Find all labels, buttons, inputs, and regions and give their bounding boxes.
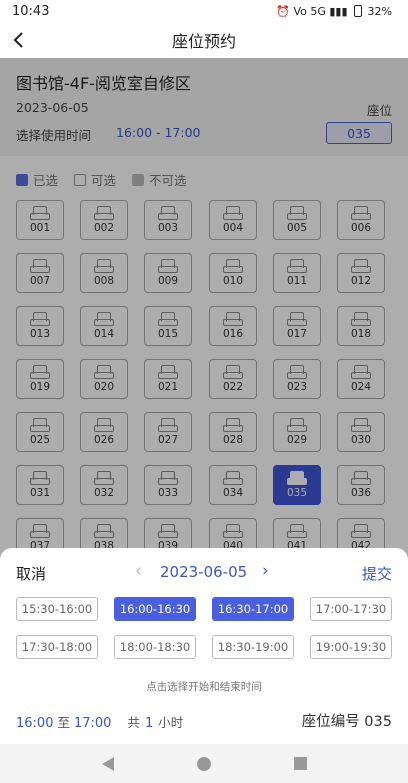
time-slot[interactable]: 17:00-17:30 [310,597,392,621]
seat-number: 座位编号 035 [301,714,392,730]
summary-start: 16:00 [16,716,54,731]
time-slot[interactable]: 18:00-18:30 [114,635,196,659]
signal-icons: ⏰ Vo 5G ▮▮▮ [276,4,348,18]
status-indicators: ⏰ Vo 5G ▮▮▮ 32% [276,5,392,18]
time-slot[interactable]: 17:30-18:00 [16,635,98,659]
top-nav-bar: 座位预约 [0,22,408,58]
time-slot[interactable]: 16:30-17:00 [212,597,294,621]
next-date-chevron-icon[interactable]: › [262,561,269,581]
chevron-left-icon [13,32,23,48]
summary-to: 至 [57,715,70,730]
submit-button[interactable]: 提交 [362,563,392,584]
current-date: 2023-06-05 [160,563,248,581]
nav-home-icon[interactable] [196,756,211,771]
cancel-button[interactable]: 取消 [16,563,46,584]
time-picker-sheet: 取消 ‹ 2023-06-05 › 提交 15:30-16:00 16:00-16… [0,548,408,744]
summary-total-prefix: 共 [127,715,140,730]
battery-icon [353,5,362,17]
system-nav-bar [0,744,408,783]
back-button[interactable] [12,26,36,54]
time-slot[interactable]: 15:30-16:00 [16,597,98,621]
status-bar: 10:43 ⏰ Vo 5G ▮▮▮ 32% [0,0,408,22]
time-slot[interactable]: 18:30-19:00 [212,635,294,659]
time-summary: 16:00 至 17:00 共 1 小时 [16,712,183,731]
nav-recents-icon[interactable] [293,757,307,770]
time-slot[interactable]: 16:00-16:30 [114,597,196,621]
hint-text: 点击选择开始和结束时间 [146,681,262,693]
prev-date-chevron-icon[interactable]: ‹ [135,561,142,581]
page-title: 座位预约 [171,32,236,51]
summary-unit: 小时 [158,715,184,730]
battery-level: 32% [367,4,392,18]
summary-hours: 1 [144,716,154,731]
status-time: 10:43 [12,3,50,19]
time-slot[interactable]: 19:00-19:30 [310,635,392,659]
nav-back-icon[interactable] [101,756,114,771]
summary-end: 17:00 [73,716,112,731]
